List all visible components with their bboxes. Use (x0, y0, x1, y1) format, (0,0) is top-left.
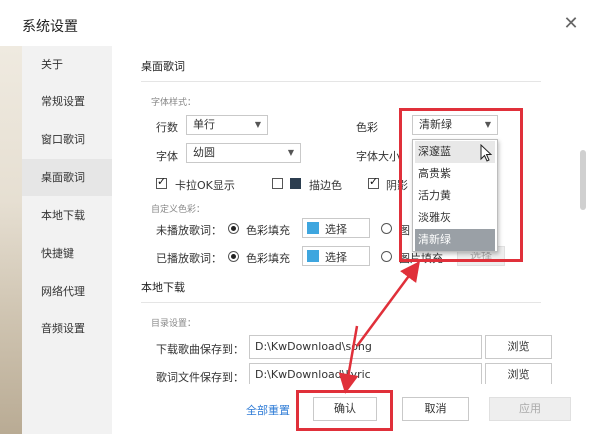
annotation-arrows (338, 260, 420, 394)
settings-dialog: 系统设置 ✕ 关于 常规设置 窗口歌词 桌面歌词 本地下载 快捷键 网络代理 音频设置 桌面歌… (0, 0, 599, 434)
arrow-to-confirm (338, 325, 359, 394)
arrow-to-dropdown (355, 260, 420, 347)
